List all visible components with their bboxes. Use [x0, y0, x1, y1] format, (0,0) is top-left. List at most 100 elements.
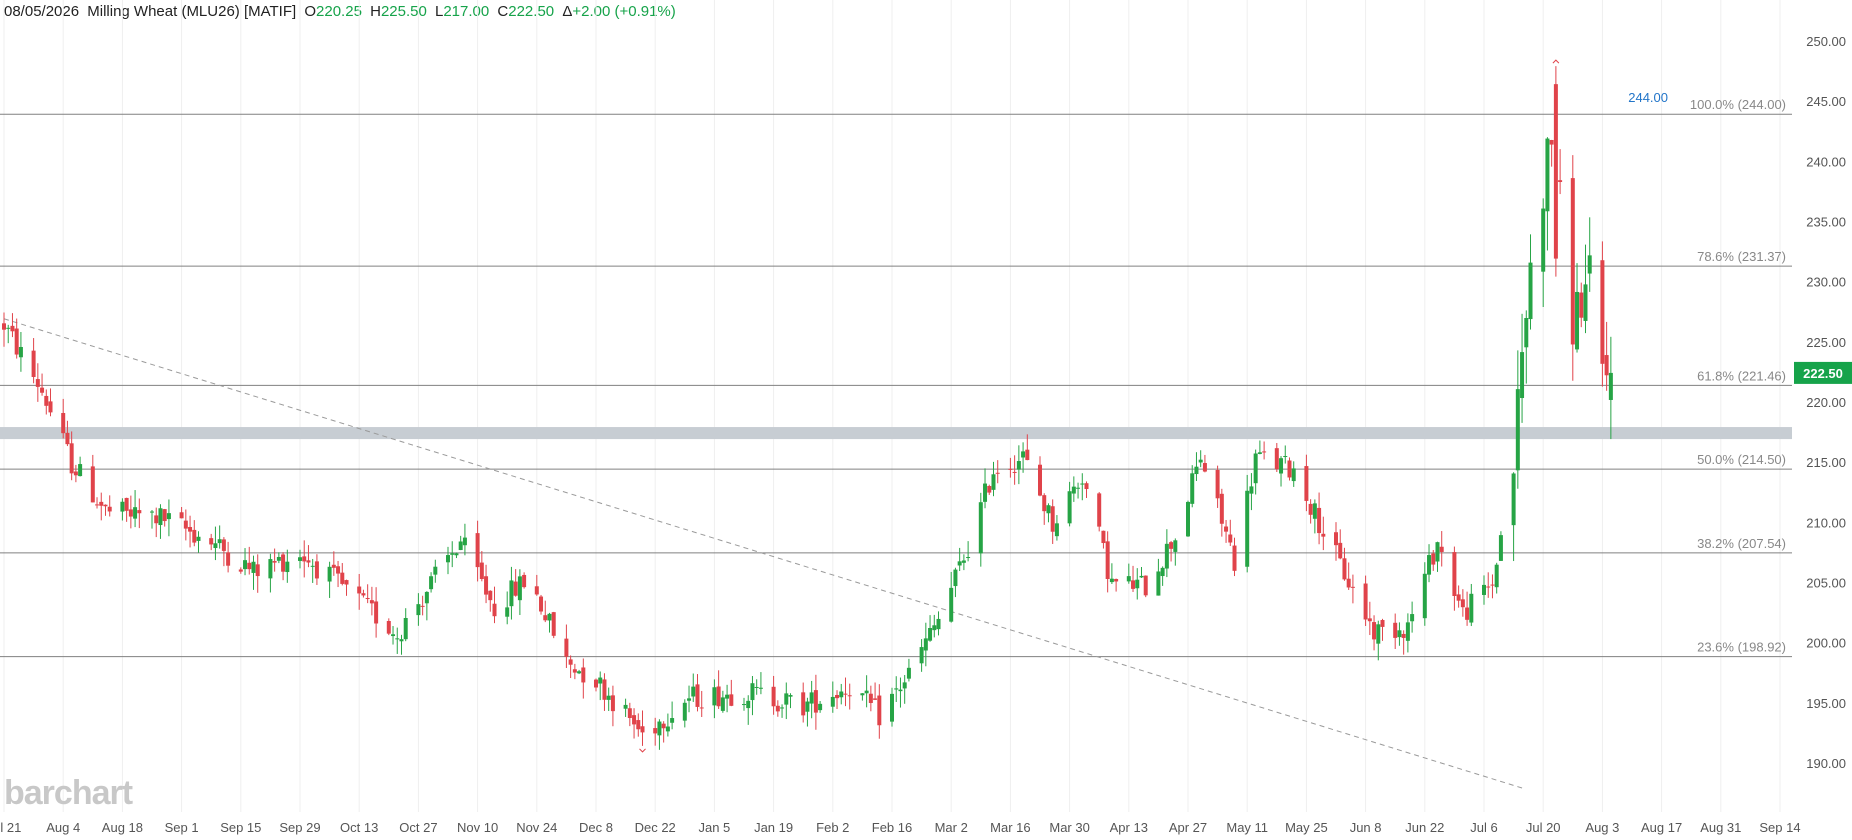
x-tick-label: Aug 31	[1700, 820, 1741, 835]
candle-body	[843, 693, 848, 695]
x-tick-label: Nov 10	[457, 820, 498, 835]
candle-body	[95, 504, 100, 506]
candle-body	[1291, 468, 1296, 482]
candle-body	[40, 387, 45, 393]
x-tick-label: Jun 8	[1350, 820, 1382, 835]
candle-body	[665, 726, 670, 732]
fib-label: 50.0% (214.50)	[1697, 452, 1786, 467]
candle-body	[1101, 530, 1106, 544]
candle-body	[73, 471, 78, 476]
candle-body	[818, 703, 823, 711]
candle-body	[1372, 622, 1377, 640]
candle-body	[1376, 624, 1381, 644]
candle-body	[983, 483, 988, 502]
candle-body	[598, 677, 603, 684]
candle-body	[69, 443, 74, 474]
candle-body	[1202, 463, 1207, 472]
candle-body	[868, 693, 873, 703]
candle-body	[221, 539, 226, 551]
candle-body	[462, 537, 467, 546]
y-tick-label: 245.00	[1806, 94, 1846, 109]
x-tick-label: Jan 5	[698, 820, 730, 835]
candle-body	[835, 694, 840, 699]
x-tick-label: Apr 27	[1169, 820, 1207, 835]
candle-body	[547, 613, 552, 621]
candle-body	[1520, 352, 1525, 399]
resistance-zone	[0, 427, 1792, 440]
candle-body	[928, 627, 933, 641]
y-tick-label: 190.00	[1806, 756, 1846, 771]
candle-body	[90, 466, 95, 503]
candle-body	[61, 412, 66, 434]
candle-body	[564, 638, 569, 657]
candle-body	[420, 605, 425, 607]
x-tick-label: Oct 13	[340, 820, 378, 835]
candle-body	[1321, 533, 1326, 537]
candle-body	[1169, 542, 1174, 549]
candle-body	[627, 708, 632, 719]
candle-body	[1511, 473, 1516, 526]
candle-body	[1570, 178, 1575, 345]
candle-body	[1139, 575, 1144, 578]
candle-body	[1016, 461, 1021, 470]
candle-body	[302, 556, 307, 562]
x-tick-label: Mar 30	[1049, 820, 1089, 835]
candle-body	[801, 692, 806, 716]
candle-body	[479, 562, 484, 580]
candle-body	[268, 559, 273, 579]
candle-body	[310, 565, 315, 567]
candle-body	[1219, 493, 1224, 524]
x-tick-label: Mar 2	[935, 820, 968, 835]
candle-body	[1350, 586, 1355, 588]
candle-body	[758, 687, 763, 689]
candles	[2, 66, 1613, 750]
candle-body	[209, 538, 214, 545]
x-tick-label: Dec 22	[635, 820, 676, 835]
fib-label: 38.2% (207.54)	[1697, 536, 1786, 551]
candle-body	[1050, 506, 1055, 532]
x-tick-label: Sep 1	[165, 820, 199, 835]
candle-body	[788, 695, 793, 697]
candle-body	[1334, 532, 1338, 546]
x-tick-label: Mar 16	[990, 820, 1030, 835]
fib-label: 78.6% (231.37)	[1697, 249, 1786, 264]
candle-body	[1135, 579, 1140, 589]
candle-body	[1367, 618, 1372, 622]
candle-body	[475, 533, 480, 568]
x-tick-label: Sep 14	[1759, 820, 1800, 835]
x-tick-label: Jul 21	[0, 820, 21, 835]
candle-body	[957, 561, 962, 566]
candle-body	[331, 564, 336, 568]
fib-label: 61.8% (221.46)	[1697, 368, 1786, 383]
x-tick-label: Jun 22	[1405, 820, 1444, 835]
candle-body	[251, 561, 256, 573]
candle-body	[369, 600, 374, 604]
candle-body	[847, 695, 852, 697]
candle-body	[577, 671, 582, 674]
candle-body	[424, 591, 429, 604]
candle-body	[602, 679, 607, 700]
y-tick-label: 200.00	[1806, 636, 1846, 651]
candle-body	[433, 566, 438, 575]
candle-body	[391, 634, 396, 637]
candlestick-chart[interactable]: 100.0% (244.00) 78.6% (231.37) 61.8% (221.…	[0, 0, 1852, 840]
candle-body	[281, 554, 286, 572]
candle-body	[1486, 586, 1491, 588]
candle-body	[1245, 490, 1250, 567]
candle-body	[395, 638, 400, 640]
candle-body	[1190, 473, 1195, 504]
x-tick-label: Aug 4	[46, 820, 80, 835]
candle-body	[196, 536, 201, 541]
candle-body	[877, 695, 882, 726]
candle-body	[1575, 291, 1580, 350]
candle-body	[1071, 486, 1076, 494]
candle-body	[1579, 292, 1584, 318]
candle-body	[754, 686, 759, 688]
candle-body	[78, 464, 83, 477]
candle-body	[10, 325, 15, 332]
candle-body	[150, 511, 154, 513]
candle-body	[1465, 607, 1470, 620]
swing-low-marker	[639, 748, 646, 753]
candle-body	[551, 612, 556, 636]
candle-body	[750, 683, 755, 701]
